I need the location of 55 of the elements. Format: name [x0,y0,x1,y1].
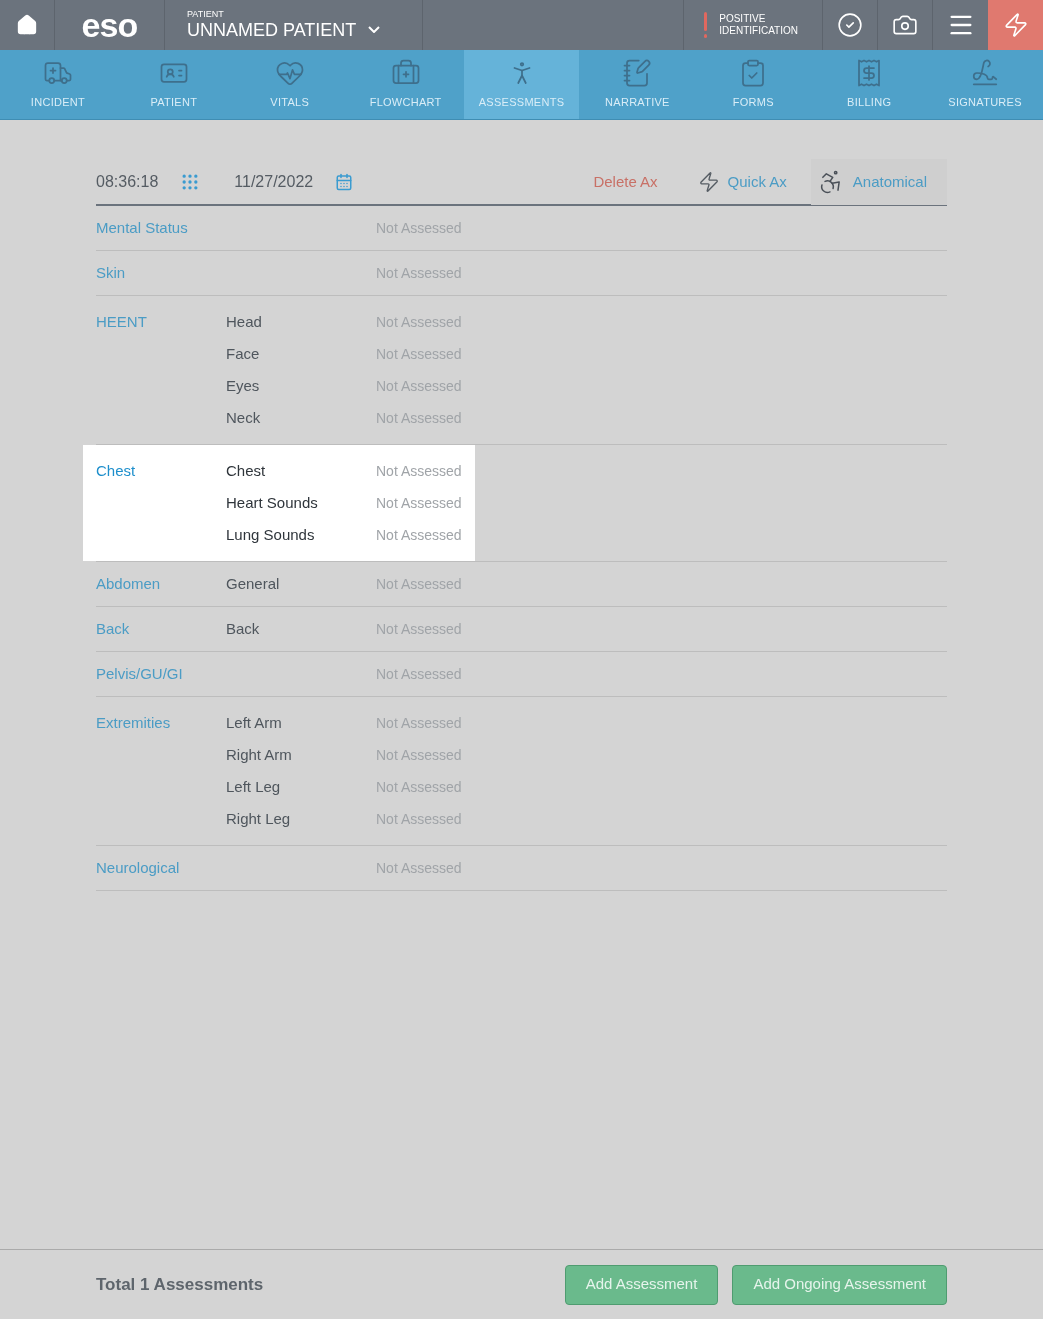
item-label: Face [226,345,260,362]
alert-icon [704,12,708,38]
chevron-down-icon [368,26,381,33]
item-label: Lung Sounds [226,526,315,543]
nav-tab[interactable]: NARRATIVE [579,50,696,119]
item-label: Left Leg [226,778,281,795]
nav-tab[interactable]: FORMS [695,50,812,119]
home-icon [16,14,38,36]
quick-ax-button[interactable]: Quick Ax [697,170,787,194]
item-label: Neck [226,409,261,426]
section-name[interactable]: Back [96,613,226,645]
nav-tab[interactable]: INCIDENT [0,50,116,119]
status-text: Not Assessed [376,493,462,513]
check-circle-icon [837,12,863,38]
patient-label: PATIENT [187,9,225,19]
anatomical-button[interactable]: Anatomical [810,159,947,205]
nav-tab[interactable]: BILLING [811,50,928,119]
add-button[interactable]: Add Ongoing Assessment [732,1264,947,1305]
nav-tab[interactable]: PATIENT [115,50,232,119]
section-name[interactable]: Abdomen [96,568,226,600]
section-name[interactable]: Skin [96,257,226,289]
item-label: Left Arm [226,714,282,731]
alert-label: POSITIVE IDENTIFICATION [719,13,799,37]
lightning-icon [1002,12,1029,38]
selected-section-background[interactable]: Chest Chest Not Assessed Heart Sounds Not Assessed Lung Sounds Not Assessed [83,445,475,561]
nav-tab[interactable]: SIGNATURES [927,50,1043,119]
lightning-icon [697,171,720,193]
notepad-pen-icon [622,58,653,89]
section-name[interactable]: Neurological [96,852,226,884]
date-text: 11/27/2022 [234,172,314,192]
nav-tab[interactable]: FLOWCHART [347,50,464,119]
item-label: Right Leg [226,810,291,827]
item-label: Back [226,620,260,637]
section-name[interactable]: Chest [96,455,226,487]
status-text: Not Assessed [376,525,462,545]
status-text: Not Assessed [376,461,462,481]
item-label: General [226,575,280,592]
item-label: Heart Sounds [226,494,318,511]
item-label: Eyes [226,377,260,394]
total-text: Total 1 Assessments [96,1273,264,1296]
item-label: Head [226,313,262,330]
section-name[interactable]: HEENT [96,306,226,338]
add-button[interactable]: Add Assessment [564,1264,719,1305]
quick-action-button[interactable] [988,0,1043,50]
nav-tab[interactable]: VITALS [231,50,348,119]
delete-ax-button[interactable]: Delete Ax [593,170,658,194]
patient-name: UNNAMED PATIENT [187,18,357,41]
item-label: Chest [226,462,266,479]
logo: eso [81,8,138,42]
time-text: 08:36:18 [96,172,159,192]
nav-tab[interactable]: ASSESSMENTS [463,50,580,119]
section-name[interactable]: Extremities [96,707,226,739]
section-name[interactable]: Pelvis/GU/GI [96,658,226,690]
item-label: Right Arm [226,746,292,763]
section-name[interactable]: Mental Status [96,212,226,244]
